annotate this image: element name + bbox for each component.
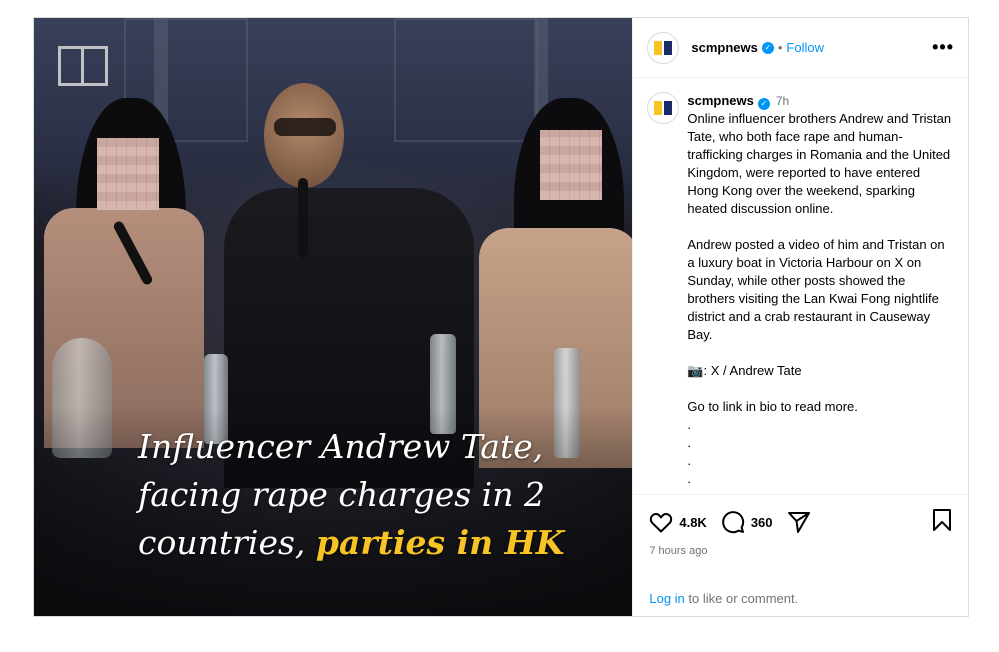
like-button[interactable]: 4.8K xyxy=(649,511,707,533)
action-row: 4.8K 360 xyxy=(649,505,952,539)
comment-count: 360 xyxy=(750,514,773,530)
post-media[interactable]: Influencer Andrew Tate, facing rape char… xyxy=(34,18,633,616)
heart-icon xyxy=(650,513,673,533)
avatar[interactable] xyxy=(647,31,680,64)
more-options-icon[interactable]: ••• xyxy=(932,37,954,58)
caption-section: scmpnews ✓ 7h Online influencer brothers A… xyxy=(633,78,968,494)
follow-button[interactable]: Follow xyxy=(786,40,824,55)
bookmark-icon xyxy=(933,508,951,531)
login-prompt: Log in to like or comment. xyxy=(649,591,798,606)
scmp-logo-mark xyxy=(58,46,108,86)
caption-time[interactable]: 7h xyxy=(776,94,789,108)
caption-paragraph: 📷: X / Andrew Tate xyxy=(687,363,802,378)
action-bar: 4.8K 360 7 hours ago Log in to like or c… xyxy=(633,494,968,616)
share-icon xyxy=(787,512,810,533)
save-button[interactable] xyxy=(932,508,952,537)
verified-badge-icon: ✓ xyxy=(757,98,770,110)
caption-paragraph: Andrew posted a video of him and Tristan… xyxy=(687,237,949,342)
comment-button[interactable]: 360 xyxy=(721,510,773,534)
media-caption: Influencer Andrew Tate, facing rape char… xyxy=(138,423,608,567)
post-timestamp[interactable]: 7 hours ago xyxy=(649,545,952,557)
caption-body: scmpnews ✓ 7h Online influencer brothers A… xyxy=(687,92,954,494)
caption-paragraph: Online influencer brothers Andrew and Tr… xyxy=(687,111,955,216)
blurred-face xyxy=(97,138,159,210)
instagram-post: Influencer Andrew Tate, facing rape char… xyxy=(33,17,969,617)
brand-yellow-block xyxy=(654,40,663,55)
separator-dot: • xyxy=(777,40,783,55)
verified-badge-icon: ✓ xyxy=(761,41,774,54)
login-link[interactable]: Log in xyxy=(649,591,684,606)
media-caption-highlight: parties in HK xyxy=(315,523,565,562)
login-prompt-text: to like or comment. xyxy=(684,591,799,606)
post-side-panel: scmpnews ✓ • Follow ••• scmpnews ✓ 7h Onli… xyxy=(632,18,968,616)
caption-username[interactable]: scmpnews xyxy=(687,93,753,108)
caption-avatar[interactable] xyxy=(647,92,680,124)
like-count: 4.8K xyxy=(679,514,707,530)
post-header: scmpnews ✓ • Follow ••• xyxy=(633,18,968,78)
share-button[interactable] xyxy=(787,510,817,534)
header-username[interactable]: scmpnews xyxy=(691,40,757,55)
blurred-face xyxy=(540,130,602,200)
brand-navy-block xyxy=(664,40,673,55)
comment-icon xyxy=(722,511,744,534)
caption-paragraph: Go to link in bio to read more. . . . . xyxy=(687,399,858,486)
window-frame xyxy=(394,18,538,142)
